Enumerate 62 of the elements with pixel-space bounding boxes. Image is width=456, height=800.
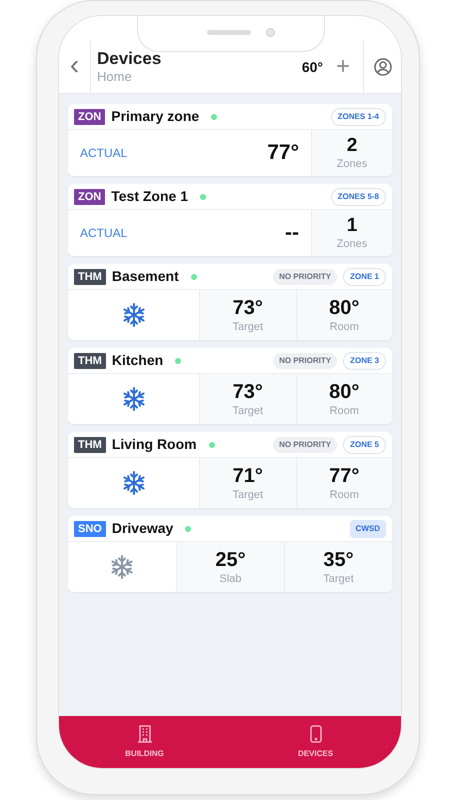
device-type-tag: THM xyxy=(74,436,106,452)
device-card[interactable]: THM Kitchen NO PRIORITY ZONE 3 73° Target 80° Room xyxy=(68,348,392,424)
device-card[interactable]: THM Basement NO PRIORITY ZONE 1 73° Target 80° Room xyxy=(68,264,392,340)
count-label: Zones xyxy=(336,237,368,251)
zone-count: 1 xyxy=(346,215,358,237)
device-card[interactable]: SNO Driveway CWSD 25° Slab 35° Target xyxy=(68,516,392,592)
temperature-value: 80° xyxy=(329,380,360,404)
building-icon xyxy=(136,724,152,742)
temperature-value: 73° xyxy=(232,380,263,404)
outdoor-temperature: 60° xyxy=(302,58,323,76)
temperature-value: 35° xyxy=(323,548,354,572)
speaker xyxy=(207,30,251,35)
device-type-tag: ZON xyxy=(74,108,106,124)
badge: ZONE 5 xyxy=(343,436,386,454)
temperature-value: -- xyxy=(285,220,299,246)
device-name: Primary zone xyxy=(111,107,200,126)
temperature-value: 73° xyxy=(232,296,263,320)
nav-tab[interactable]: BUILDING xyxy=(59,716,230,768)
badge: NO PRIORITY xyxy=(273,436,338,452)
device-card[interactable]: ZON Primary zone ZONES 1-4 ACTUAL 77° 2 Zones xyxy=(68,104,392,176)
reading-label: Target xyxy=(232,404,264,418)
back-button[interactable]: ‹ xyxy=(59,41,91,93)
device-name: Basement xyxy=(112,267,179,286)
device-name: Living Room xyxy=(112,435,197,454)
device-type-tag: ZON xyxy=(74,188,106,204)
temperature-value: 25° xyxy=(215,548,246,572)
badge: ZONE 1 xyxy=(343,268,386,286)
device-type-tag: THM xyxy=(74,268,106,284)
user-icon xyxy=(374,58,392,76)
reading-label: Target xyxy=(323,572,354,586)
device-type-tag: THM xyxy=(74,352,106,368)
badge: ZONE 3 xyxy=(343,352,386,370)
reading-label: ACTUAL xyxy=(80,225,128,242)
device-card[interactable]: THM Living Room NO PRIORITY ZONE 5 71° Target 77° Room xyxy=(68,432,392,508)
reading-label: Room xyxy=(330,488,359,502)
reading-label: Target xyxy=(232,488,264,502)
count-label: Zones xyxy=(336,157,368,171)
device-type-tag: SNO xyxy=(74,520,106,536)
reading-label: Slab xyxy=(219,572,242,586)
temperature-value: 71° xyxy=(232,464,263,488)
badge: ZONES 5-8 xyxy=(330,188,386,206)
badge: ZONES 1-4 xyxy=(330,108,386,126)
reading-label: Target xyxy=(232,320,264,334)
temperature-value: 77° xyxy=(329,464,360,488)
nav-tab[interactable]: DEVICES xyxy=(230,716,401,768)
temperature-value: 80° xyxy=(329,296,360,320)
badge: CWSD xyxy=(350,520,386,538)
badge: NO PRIORITY xyxy=(273,352,338,368)
reading-label: Room xyxy=(330,320,359,334)
device-name: Driveway xyxy=(112,519,174,538)
page-subtitle: Home xyxy=(97,69,133,85)
page-title: Devices xyxy=(97,49,162,69)
reading-label: Room xyxy=(330,404,359,418)
add-button[interactable]: + xyxy=(333,41,353,93)
device-name: Test Zone 1 xyxy=(111,187,188,206)
badge: NO PRIORITY xyxy=(273,268,338,284)
device-card[interactable]: ZON Test Zone 1 ZONES 5-8 ACTUAL -- 1 Zones xyxy=(68,184,392,256)
phone-icon xyxy=(310,724,322,742)
zone-count: 2 xyxy=(346,135,358,157)
device-name: Kitchen xyxy=(112,351,164,370)
reading-label: ACTUAL xyxy=(80,145,128,162)
temperature-value: 77° xyxy=(267,140,299,166)
